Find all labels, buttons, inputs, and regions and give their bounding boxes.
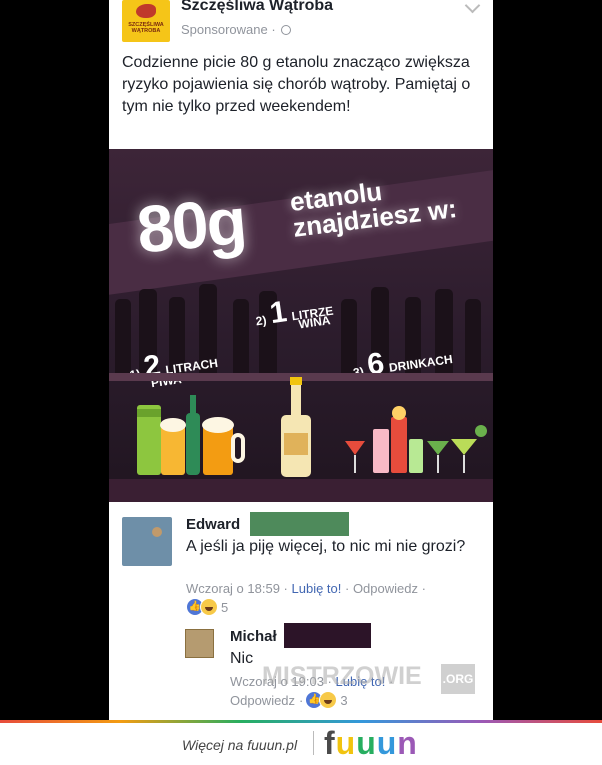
- haha-emoji-icon: [200, 598, 218, 616]
- page-name-link[interactable]: Szczęśliwa Wątroba: [181, 0, 333, 15]
- reply-link[interactable]: Odpowiedz: [353, 581, 418, 596]
- chevron-down-icon[interactable]: [464, 0, 481, 14]
- mug-handle: [231, 433, 245, 463]
- mug-foam: [202, 417, 234, 433]
- cocktail-glass-icon: [451, 439, 477, 455]
- beer-foam: [160, 418, 186, 432]
- wine-bottle-cap: [290, 377, 302, 385]
- background-bottle: [465, 299, 481, 379]
- avatar-figure: [152, 527, 162, 537]
- sponsored-text: Sponsorowane: [181, 22, 268, 37]
- cocktail-garnish: [475, 425, 487, 437]
- footer-bar: Więcej na fuuun.pl fuuun: [0, 720, 602, 765]
- post-text: Codzienne picie 80 g etanolu znacząco zw…: [122, 54, 471, 115]
- cocktail-glass-icon: [427, 441, 449, 455]
- comment-meta: Wczoraj o 18:59 · Lubię to! · Odpowiedz …: [186, 581, 426, 596]
- footer-logo-letter: u: [335, 725, 357, 761]
- comment-time[interactable]: Wczoraj o 18:59: [186, 581, 280, 596]
- footer-logo-text: fuuun: [324, 725, 418, 761]
- beer-glass-icon: [161, 425, 185, 475]
- reaction-summary[interactable]: 👍 5: [186, 598, 228, 616]
- footer-stripe: [0, 720, 602, 723]
- reaction-count: 3: [340, 692, 348, 708]
- cocktail-garnish: [392, 406, 406, 420]
- wine-bottle-neck: [291, 381, 301, 417]
- green-bottle-icon: [186, 413, 200, 475]
- separator-dot: ·: [299, 692, 304, 708]
- watermark: MISTRZOWIE: [262, 662, 422, 690]
- redaction-box: [250, 512, 349, 536]
- cocktail-glass-icon: [391, 417, 407, 473]
- sponsored-label: Sponsorowane ·: [181, 22, 292, 37]
- footer-logo[interactable]: fuuun: [324, 725, 418, 762]
- redaction-box: [284, 623, 371, 648]
- footer-link[interactable]: Więcej na fuuun.pl: [182, 737, 297, 753]
- logo-text: SZCZĘŚLIWA WĄTROBA: [128, 22, 164, 34]
- wine-bottle-label: [284, 433, 308, 455]
- comment-author[interactable]: Edward: [186, 516, 240, 533]
- footer-logo-letter: n: [397, 725, 418, 761]
- beer-can-band: [137, 409, 161, 417]
- drinks-illustration: [137, 377, 487, 477]
- avatar[interactable]: [122, 517, 172, 566]
- background-bottle: [233, 299, 249, 379]
- post-image[interactable]: 80g etanolu znajdziesz w: 1) 2 LITRACH P…: [109, 149, 493, 502]
- watermark-suffix: .ORG: [441, 664, 475, 694]
- liver-icon: [136, 4, 156, 18]
- page-logo[interactable]: SZCZĘŚLIWA WĄTROBA: [122, 0, 170, 42]
- cocktail-glass-icon: [345, 441, 365, 455]
- reaction-count: 5: [221, 599, 229, 615]
- footer-divider: [313, 731, 314, 755]
- lower-shelf: [109, 479, 493, 502]
- globe-icon: [281, 25, 292, 35]
- avatar[interactable]: [185, 629, 214, 658]
- cocktail-glass-icon: [409, 439, 423, 473]
- post-card: SZCZĘŚLIWA WĄTROBA Szczęśliwa Wątroba Sp…: [109, 0, 493, 720]
- reaction-summary[interactable]: Odpowiedz · 👍 3: [230, 691, 348, 709]
- item-2-value: 1: [267, 295, 289, 331]
- haha-emoji-icon: [319, 691, 338, 709]
- like-link[interactable]: Lubię to!: [292, 581, 342, 596]
- footer-logo-letter: u: [376, 725, 398, 761]
- item-2-number: 2): [254, 312, 268, 329]
- footer-logo-letter: f: [324, 725, 336, 761]
- comment-author[interactable]: Michał: [230, 628, 277, 645]
- reply-link[interactable]: Odpowiedz: [230, 693, 295, 708]
- footer-logo-letter: u: [356, 725, 377, 761]
- cocktail-glass-icon: [373, 429, 389, 473]
- headline-value: 80g: [133, 183, 248, 267]
- separator-dot: ·: [271, 22, 276, 37]
- green-bottle-neck: [190, 395, 196, 415]
- comment-text: Nic: [230, 650, 254, 667]
- comment-text: A jeśli ja piję więcej, to nic mi nie gr…: [186, 538, 466, 555]
